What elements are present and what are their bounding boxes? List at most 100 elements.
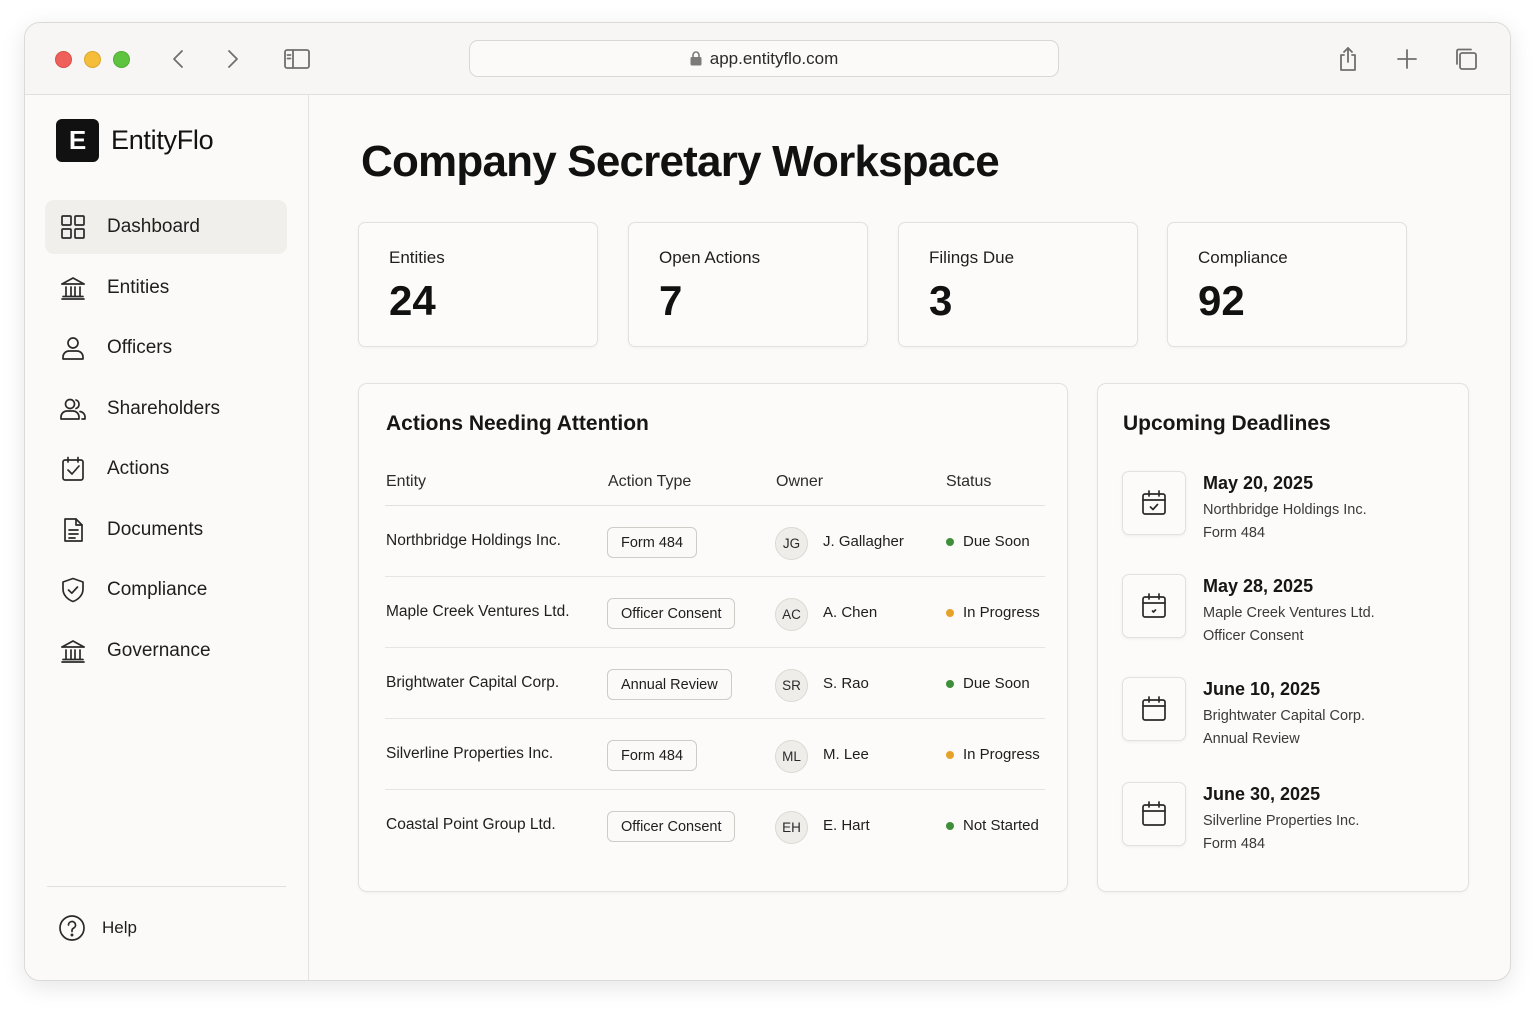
stat-card-filings-due[interactable]: Filings Due 3 <box>898 222 1138 347</box>
stat-value: 24 <box>389 277 436 324</box>
sidebar-toggle-icon[interactable] <box>283 45 311 73</box>
sidebar-divider <box>47 886 286 887</box>
address-bar[interactable]: app.entityflo.com <box>469 40 1059 77</box>
table-row[interactable]: Maple Creek Ventures Ltd. Officer Consen… <box>385 577 1045 648</box>
owner-name: E. Hart <box>823 817 870 834</box>
people-icon <box>60 398 86 420</box>
table-row[interactable]: Coastal Point Group Ltd. Officer Consent… <box>385 790 1045 861</box>
action-type-tag[interactable]: Form 484 <box>607 527 698 558</box>
tab-overview-icon[interactable] <box>1452 45 1480 73</box>
stat-value: 92 <box>1198 277 1245 324</box>
sidebar-item-label: Actions <box>107 458 170 479</box>
entity-name[interactable]: Maple Creek Ventures Ltd. <box>386 603 570 621</box>
status-dot <box>946 750 954 759</box>
zoom-window-button[interactable] <box>113 51 130 68</box>
brand-name: EntityFlo <box>111 125 214 155</box>
brand-logo: E <box>56 119 99 162</box>
owner-name: S. Rao <box>823 675 869 692</box>
help-link[interactable]: Help <box>58 914 137 942</box>
stat-label: Filings Due <box>929 248 1015 267</box>
table-row[interactable]: Silverline Properties Inc. Form 484 ML M… <box>385 719 1045 790</box>
action-type-tag[interactable]: Annual Review <box>607 669 732 700</box>
sidebar-item-officers[interactable]: Officers <box>45 321 287 375</box>
deadline-item[interactable]: May 20, 2025 Northbridge Holdings Inc. F… <box>1122 471 1452 561</box>
sidebar-item-label: Compliance <box>107 579 208 600</box>
owner-name: J. Gallagher <box>823 533 904 550</box>
stat-card-open-actions[interactable]: Open Actions 7 <box>628 222 868 347</box>
close-window-button[interactable] <box>55 51 72 68</box>
stat-card-entities[interactable]: Entities 24 <box>358 222 598 347</box>
sidebar-item-label: Shareholders <box>107 397 221 419</box>
column-header-status[interactable]: Status <box>946 473 991 491</box>
status-badge: Due Soon <box>946 675 1030 692</box>
sidebar: E EntityFlo Dashboard Entities Officers … <box>25 95 309 980</box>
calendar-icon <box>1122 677 1186 741</box>
entity-name[interactable]: Northbridge Holdings Inc. <box>386 532 561 550</box>
brand[interactable]: E EntityFlo <box>56 119 214 162</box>
deadline-item[interactable]: June 30, 2025 Silverline Properties Inc.… <box>1122 782 1452 872</box>
share-icon[interactable] <box>1334 45 1362 73</box>
deadlines-panel: Upcoming Deadlines May 20, 2025 Northbri… <box>1097 383 1469 892</box>
status-label: Due Soon <box>963 533 1030 550</box>
browser-toolbar: app.entityflo.com <box>25 23 1510 95</box>
table-row[interactable]: Northbridge Holdings Inc. Form 484 JG J.… <box>385 506 1045 577</box>
deadline-entity: Maple Creek Ventures Ltd. <box>1203 605 1375 621</box>
stat-card-compliance[interactable]: Compliance 92 <box>1167 222 1407 347</box>
sidebar-item-actions[interactable]: Actions <box>45 442 287 496</box>
sidebar-item-label: Entities <box>107 276 170 298</box>
url-text: app.entityflo.com <box>709 48 839 68</box>
entity-name[interactable]: Silverline Properties Inc. <box>386 745 553 763</box>
back-icon[interactable] <box>165 45 193 73</box>
status-dot <box>946 537 954 546</box>
avatar: SR <box>775 669 808 702</box>
deadline-item[interactable]: June 10, 2025 Brightwater Capital Corp. … <box>1122 677 1452 767</box>
column-header-entity[interactable]: Entity <box>386 473 426 491</box>
sidebar-item-label: Governance <box>107 639 211 661</box>
entity-name[interactable]: Coastal Point Group Ltd. <box>386 816 556 834</box>
column-header-action-type[interactable]: Action Type <box>608 473 691 491</box>
deadline-type: Annual Review <box>1203 731 1300 747</box>
checklist-icon <box>62 456 84 481</box>
shield-check-icon <box>62 577 84 603</box>
status-badge: Due Soon <box>946 533 1030 550</box>
stat-label: Compliance <box>1198 248 1288 267</box>
column-header-owner[interactable]: Owner <box>776 473 823 491</box>
sidebar-item-compliance[interactable]: Compliance <box>45 563 287 617</box>
deadline-entity: Brightwater Capital Corp. <box>1203 708 1365 724</box>
deadlines-panel-title: Upcoming Deadlines <box>1123 412 1331 435</box>
minimize-window-button[interactable] <box>84 51 101 68</box>
deadline-item[interactable]: May 28, 2025 Maple Creek Ventures Ltd. O… <box>1122 574 1452 664</box>
status-dot <box>946 608 954 617</box>
deadline-type: Form 484 <box>1203 525 1266 541</box>
sidebar-item-governance[interactable]: Governance <box>45 624 287 678</box>
main-content: Company Secretary Workspace Entities 24 … <box>309 95 1510 980</box>
page-title: Company Secretary Workspace <box>361 137 1000 186</box>
deadline-entity: Northbridge Holdings Inc. <box>1203 502 1367 518</box>
avatar: ML <box>775 740 808 773</box>
institution-icon <box>61 639 85 663</box>
action-type-tag[interactable]: Officer Consent <box>607 811 736 842</box>
status-label: In Progress <box>963 604 1040 621</box>
actions-panel: Actions Needing Attention Entity Action … <box>358 383 1068 892</box>
status-label: In Progress <box>963 746 1040 763</box>
new-tab-icon[interactable] <box>1393 45 1421 73</box>
stat-label: Open Actions <box>659 248 761 267</box>
entity-name[interactable]: Brightwater Capital Corp. <box>386 674 559 692</box>
sidebar-item-entities[interactable]: Entities <box>45 261 287 315</box>
sidebar-nav: Dashboard Entities Officers Shareholders… <box>45 200 287 684</box>
action-type-tag[interactable]: Form 484 <box>607 740 698 771</box>
status-dot <box>946 821 954 830</box>
sidebar-item-documents[interactable]: Documents <box>45 503 287 557</box>
forward-icon[interactable] <box>218 45 246 73</box>
sidebar-item-shareholders[interactable]: Shareholders <box>45 382 287 436</box>
status-badge: In Progress <box>946 746 1040 763</box>
calendar-icon <box>1122 782 1186 846</box>
avatar: AC <box>775 598 808 631</box>
calendar-check-icon <box>1122 471 1186 535</box>
action-type-tag[interactable]: Officer Consent <box>607 598 736 629</box>
deadline-type: Officer Consent <box>1203 628 1304 644</box>
status-dot <box>946 679 954 688</box>
sidebar-item-dashboard[interactable]: Dashboard <box>45 200 287 254</box>
owner-name: M. Lee <box>823 746 869 763</box>
table-row[interactable]: Brightwater Capital Corp. Annual Review … <box>385 648 1045 719</box>
